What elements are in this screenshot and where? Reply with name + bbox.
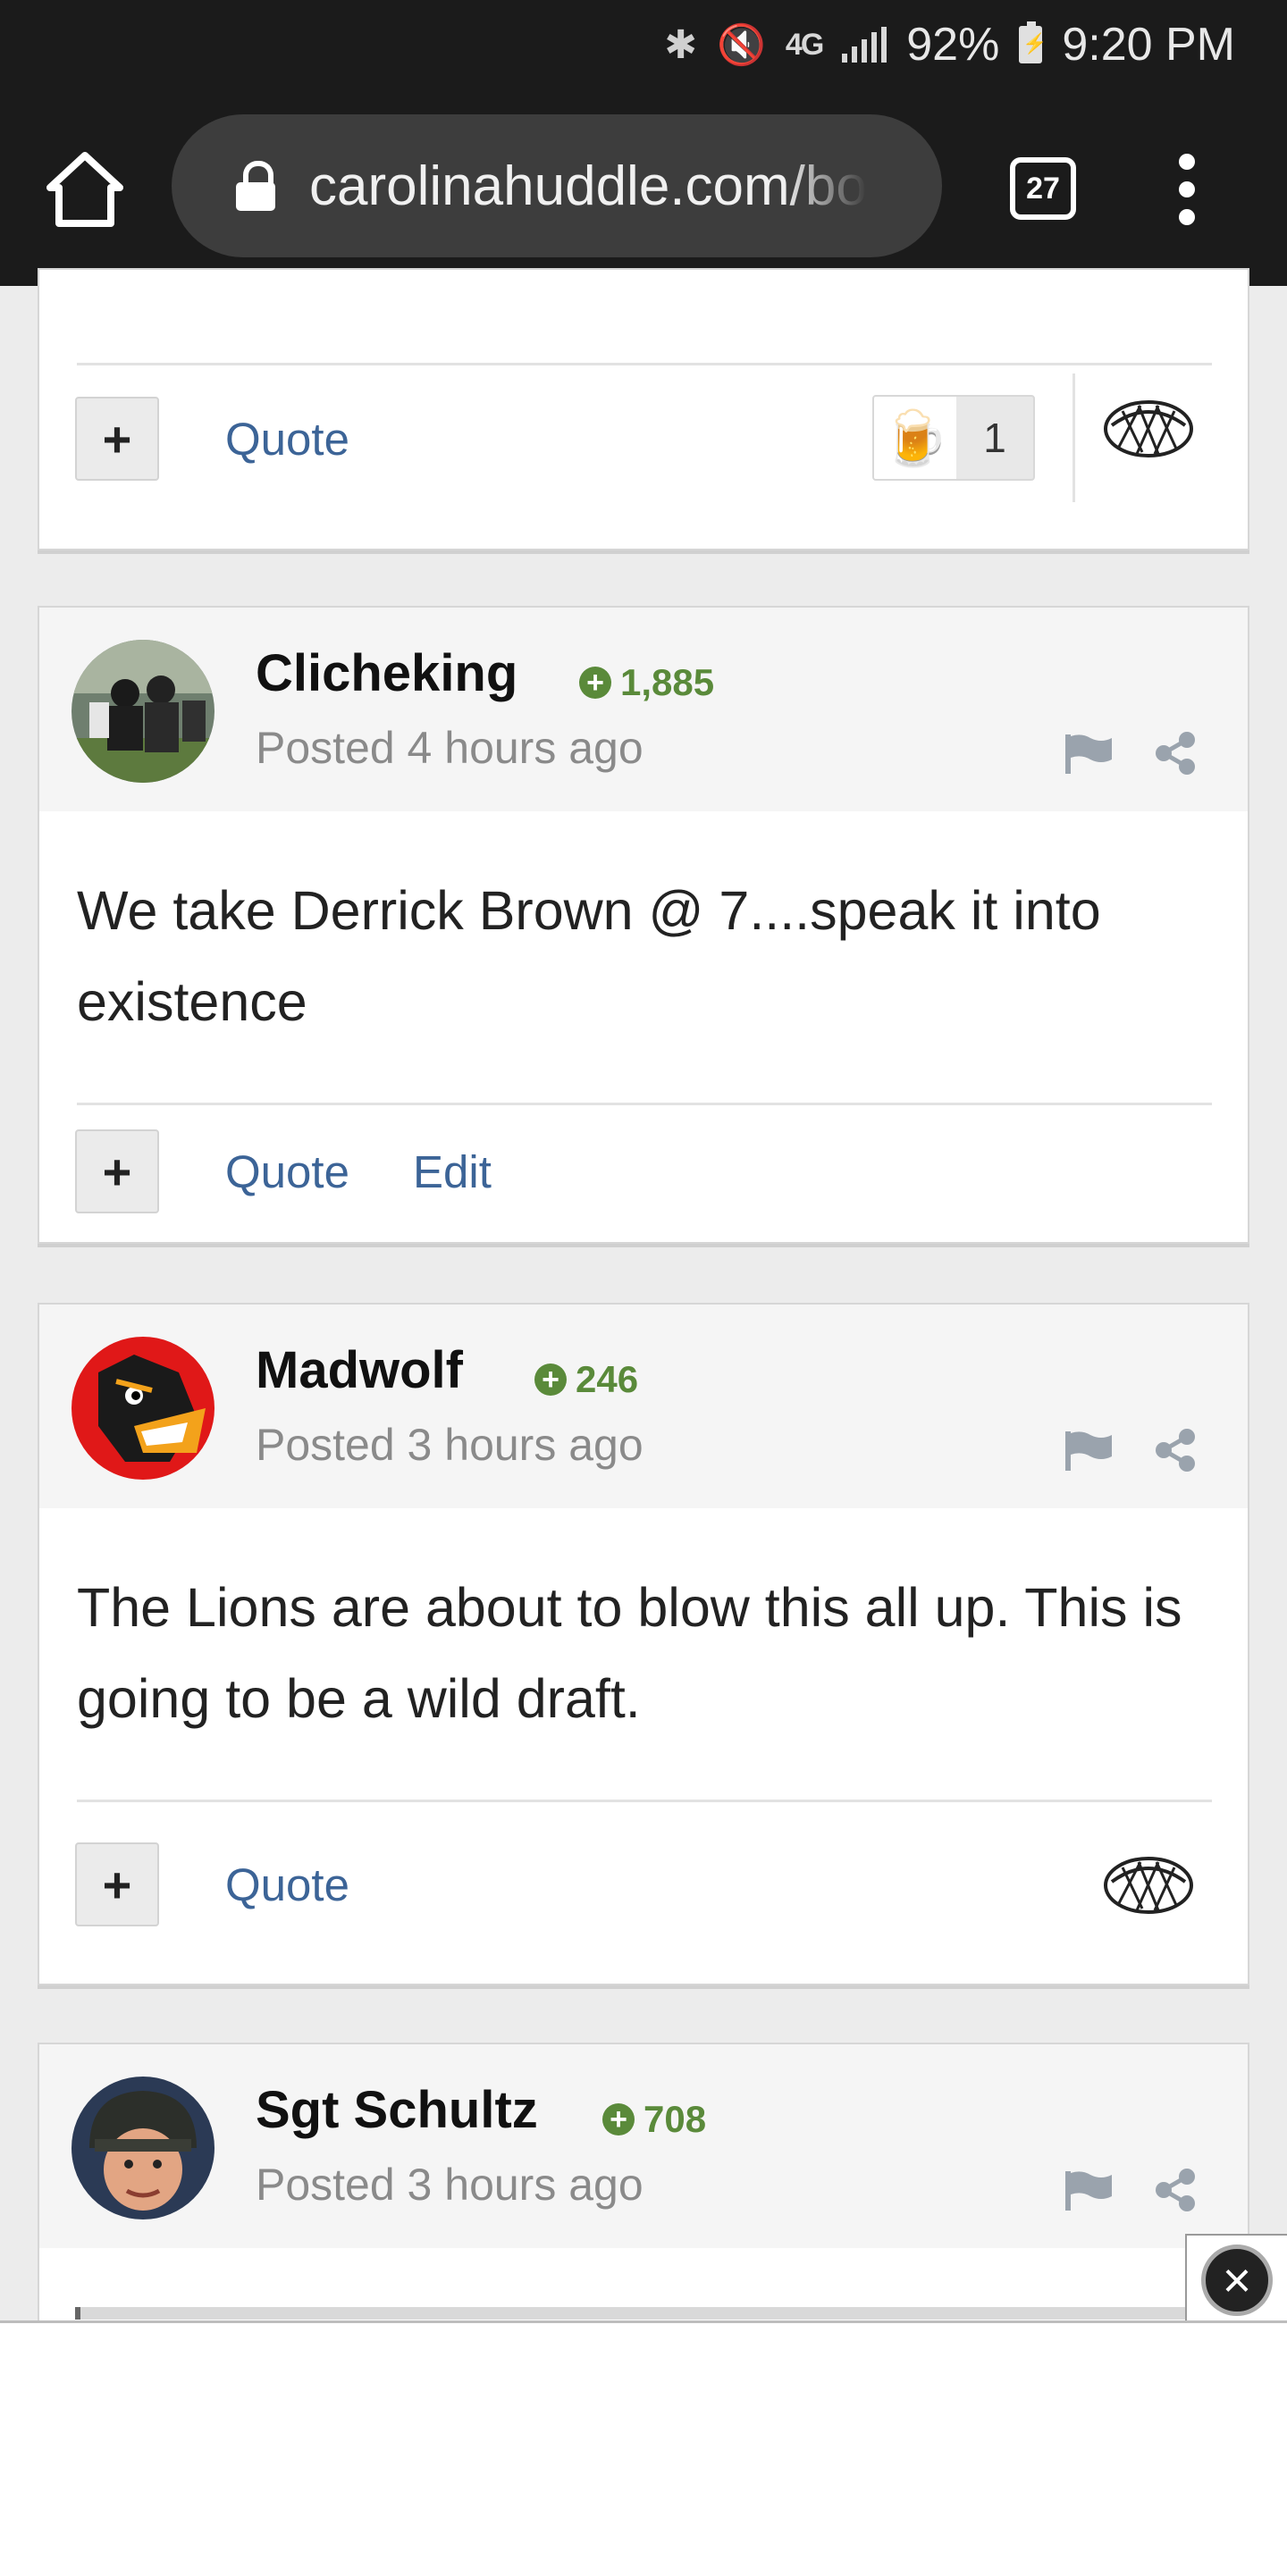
post-card: Clicheking + 1,885 Posted 4 hours ago We… xyxy=(38,606,1249,1244)
quote-link[interactable]: Quote xyxy=(225,1859,349,1911)
browser-toolbar: carolinahuddle.com/bo 27 xyxy=(0,89,1287,286)
author-name[interactable]: Madwolf xyxy=(256,1340,463,1400)
reputation-badge: + 708 xyxy=(602,2098,706,2141)
flag-icon[interactable] xyxy=(1064,2169,1114,2212)
post-timestamp[interactable]: Posted 3 hours ago xyxy=(256,2159,644,2211)
post-card: Madwolf + 246 Posted 3 hours ago The Lio… xyxy=(38,1303,1249,1985)
divider xyxy=(1072,373,1075,502)
signal-icon xyxy=(842,27,887,63)
post-timestamp[interactable]: Posted 4 hours ago xyxy=(256,722,644,774)
post-content: The Lions are about to blow this all up.… xyxy=(77,1577,1182,1729)
network-type: 4G xyxy=(785,27,824,62)
plus-circle-icon: + xyxy=(534,1364,567,1396)
post-content: We take Derrick Brown @ 7....speak it in… xyxy=(77,880,1101,1032)
reaction-plus-button[interactable]: + xyxy=(75,1129,159,1213)
author-name[interactable]: Sgt Schultz xyxy=(256,2080,538,2140)
reaction-count: 1 xyxy=(983,415,1006,461)
reputation-badge: + 1,885 xyxy=(579,661,714,704)
divider xyxy=(77,1103,1212,1105)
reputation-count: 246 xyxy=(576,1358,639,1400)
flag-icon[interactable] xyxy=(1064,1430,1114,1473)
url-text[interactable]: carolinahuddle.com/bo xyxy=(309,155,867,218)
edit-link[interactable]: Edit xyxy=(413,1145,492,1198)
author-name[interactable]: Clicheking xyxy=(256,643,517,703)
battery-percent: 92% xyxy=(906,19,1000,71)
share-icon[interactable] xyxy=(1153,1428,1198,1473)
post-header: Clicheking + 1,885 Posted 4 hours ago xyxy=(39,608,1248,811)
mute-icon: 🔇 xyxy=(717,23,766,67)
plus-circle-icon: + xyxy=(579,667,611,699)
reputation-badge: + 246 xyxy=(534,1358,638,1401)
quote-link[interactable]: Quote xyxy=(225,1145,349,1198)
ad-banner[interactable] xyxy=(0,2320,1287,2576)
post-card-partial: + Quote 🍺 1 xyxy=(38,268,1249,550)
pie-icon[interactable] xyxy=(1103,393,1194,459)
avatar[interactable] xyxy=(72,1337,214,1480)
status-bar: ✱ 🔇 4G 92% 9:20 PM xyxy=(0,0,1287,89)
bluetooth-icon: ✱ xyxy=(664,22,698,67)
menu-icon[interactable] xyxy=(1171,154,1203,225)
home-icon[interactable] xyxy=(45,148,125,229)
avatar[interactable] xyxy=(72,640,214,783)
reaction-plus-button[interactable]: + xyxy=(75,1842,159,1926)
reputation-count: 708 xyxy=(644,2098,707,2140)
close-icon[interactable]: × xyxy=(1201,2245,1273,2316)
reaction-plus-button[interactable]: + xyxy=(75,397,159,481)
beer-reaction[interactable]: 🍺 1 xyxy=(872,395,1035,481)
battery-icon xyxy=(1019,21,1047,63)
clock: 9:20 PM xyxy=(1062,19,1235,71)
divider xyxy=(77,363,1212,365)
post-header: Sgt Schultz + 708 Posted 3 hours ago xyxy=(39,2044,1248,2248)
pie-icon[interactable] xyxy=(1103,1850,1194,1916)
avatar[interactable] xyxy=(72,2077,214,2219)
post-timestamp[interactable]: Posted 3 hours ago xyxy=(256,1419,644,1471)
share-icon[interactable] xyxy=(1153,731,1198,776)
quote-link[interactable]: Quote xyxy=(225,413,349,466)
divider xyxy=(77,1800,1212,1802)
tabs-icon[interactable]: 27 xyxy=(1010,157,1076,220)
address-bar[interactable]: carolinahuddle.com/bo xyxy=(172,114,942,257)
reputation-count: 1,885 xyxy=(620,661,715,703)
lock-icon xyxy=(236,161,275,211)
plus-circle-icon: + xyxy=(602,2103,635,2135)
post-header: Madwolf + 246 Posted 3 hours ago xyxy=(39,1305,1248,1508)
ad-strip xyxy=(75,2307,1192,2320)
beer-icon: 🍺 xyxy=(874,397,956,479)
share-icon[interactable] xyxy=(1153,2168,1198,2212)
flag-icon[interactable] xyxy=(1064,733,1114,776)
